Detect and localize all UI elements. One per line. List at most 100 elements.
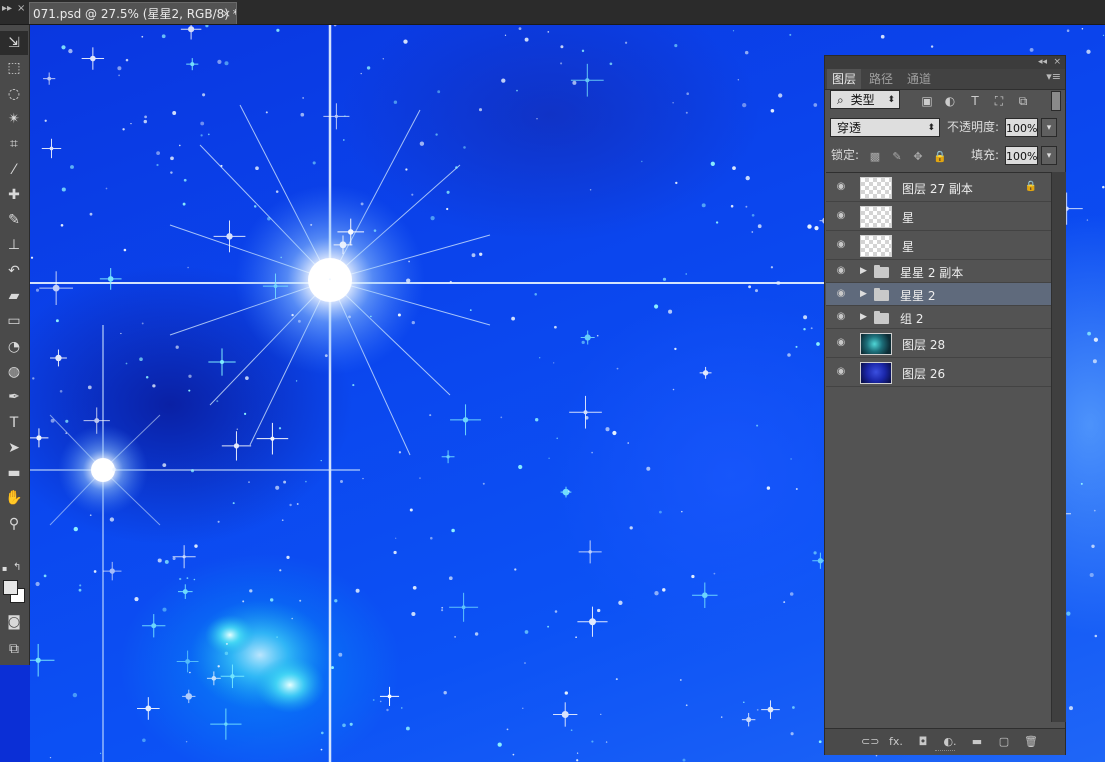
chevron-updown-icon: ⬍ [887, 95, 895, 105]
layer-row[interactable]: ◉ ▶ 组 2 [826, 306, 1051, 329]
layers-scrollbar[interactable] [1051, 172, 1066, 722]
filter-toggle-switch[interactable] [1051, 91, 1061, 111]
close-document-icon[interactable]: × [222, 3, 231, 24]
collapse-panel-icon[interactable]: ◂◂ [1038, 56, 1047, 69]
smart-object-filter-icon[interactable]: ⧉ [1016, 94, 1030, 108]
blend-row: 穿透 ⬍ 不透明度: 100% ▾ [825, 118, 1065, 144]
layer-name: 组 2 [900, 312, 924, 326]
link-layers-icon[interactable]: ⊂⊃ [861, 734, 879, 750]
visibility-eye-icon[interactable]: ◉ [834, 337, 848, 351]
default-colors-icon[interactable]: ▪ [2, 564, 7, 573]
tab-paths[interactable]: 路径 [864, 69, 898, 89]
eraser-tool-icon[interactable]: ▰ [0, 284, 28, 308]
healing-brush-tool-icon[interactable]: ✚ [0, 183, 28, 207]
adjustment-layer-icon[interactable]: ◐. [942, 734, 958, 750]
filter-kind-select[interactable]: ⌕ 类型 ⬍ [830, 90, 900, 109]
visibility-eye-icon[interactable]: ◉ [834, 288, 848, 302]
move-tool-icon[interactable]: ⇲ [0, 31, 28, 55]
visibility-eye-icon[interactable]: ◉ [834, 210, 848, 224]
stamp-tool-icon[interactable]: ⊥ [0, 233, 28, 257]
magic-wand-tool-icon[interactable]: ✴ [0, 107, 28, 131]
expand-group-icon[interactable]: ▶ [860, 312, 867, 322]
path-selection-tool-icon[interactable]: ➤ [0, 436, 28, 460]
layer-name: 图层 26 [902, 367, 946, 381]
shape-tool-icon[interactable]: ▬ [0, 461, 28, 485]
visibility-eye-icon[interactable]: ◉ [834, 181, 848, 195]
crop-tool-icon[interactable]: ⌗ [0, 132, 28, 156]
pen-tool-icon[interactable]: ✒ [0, 385, 28, 409]
shape-filter-icon[interactable]: ⛶ [992, 94, 1006, 108]
collapse-toolbox-icon[interactable]: ▸▸ [2, 2, 12, 16]
adjustment-filter-icon[interactable]: ◐ [943, 94, 957, 108]
layer-row[interactable]: ◉ ▶ 星星 2 副本 [826, 260, 1051, 283]
new-layer-icon[interactable]: ▢ [996, 734, 1012, 750]
zoom-tool-icon[interactable]: ⚲ [0, 512, 28, 536]
lock-all-icon[interactable]: 🔒 [933, 150, 947, 164]
history-brush-tool-icon[interactable]: ↶ [0, 259, 28, 283]
layer-style-fx-icon[interactable]: fx. [888, 734, 904, 750]
tab-layers[interactable]: 图层 [827, 69, 862, 89]
layer-row[interactable]: ◉ ▶ 星星 2 [826, 283, 1051, 306]
document-tab-bar: ▸▸ × 071.psd @ 27.5% (星星2, RGB/8) * × [0, 0, 1105, 25]
layer-row[interactable]: ◉ 图层 28 [826, 329, 1051, 358]
layer-row[interactable]: ◉ 星 [826, 231, 1051, 260]
delete-layer-icon[interactable]: 🗑 [1023, 734, 1039, 750]
add-mask-icon[interactable]: ◘ [915, 734, 931, 750]
lock-label: 锁定: [831, 148, 860, 162]
visibility-eye-icon[interactable]: ◉ [834, 239, 848, 253]
lock-transparency-icon[interactable]: ▩ [868, 150, 882, 164]
brush-tool-icon[interactable]: ✎ [0, 208, 28, 232]
expand-group-icon[interactable]: ▶ [860, 266, 867, 276]
layer-row[interactable]: ◉ 图层 27 副本 🔒 [826, 173, 1051, 202]
folder-icon [874, 310, 889, 324]
layer-name: 图层 27 副本 [902, 182, 973, 196]
layer-name: 图层 28 [902, 338, 946, 352]
lasso-tool-icon[interactable]: ◌ [0, 82, 28, 106]
type-tool-icon[interactable]: T [0, 411, 28, 435]
panel-header: ◂◂ × [825, 56, 1065, 69]
layer-row[interactable]: ◉ 图层 26 [826, 358, 1051, 387]
eyedropper-tool-icon[interactable]: ⁄ [0, 158, 28, 182]
visibility-eye-icon[interactable]: ◉ [834, 265, 848, 279]
layers-list: ◉ 图层 27 副本 🔒 ◉ 星 ◉ 星 ◉ ▶ 星星 2 副本 ◉ ▶ 星星 2 ◉ ▶ 组 2 ◉ 图层 28… [826, 172, 1051, 723]
filter-kind-label: 类型 [850, 93, 875, 107]
expand-group-icon[interactable]: ▶ [860, 289, 867, 299]
layer-thumbnail [860, 234, 892, 257]
layer-filter-row: ⌕ 类型 ⬍ ▣ ◐ T ⛶ ⧉ [825, 90, 1065, 116]
layer-name: 星星 2 [900, 289, 936, 303]
dodge-tool-icon[interactable]: ◍ [0, 360, 28, 384]
screen-mode-icon[interactable]: ⧉ [0, 637, 28, 661]
new-group-icon[interactable]: ▬ [969, 734, 985, 750]
foreground-color-swatch[interactable] [3, 580, 18, 595]
chevron-updown-icon: ⬍ [927, 123, 935, 133]
folder-icon [874, 264, 889, 278]
close-toolbox-icon[interactable]: × [17, 2, 25, 16]
opacity-input[interactable]: 100% [1005, 118, 1038, 137]
quick-mask-icon[interactable]: ◙ [0, 610, 28, 634]
opacity-slider-button[interactable]: ▾ [1041, 118, 1057, 137]
blur-tool-icon[interactable]: ◔ [0, 335, 28, 359]
visibility-eye-icon[interactable]: ◉ [834, 311, 848, 325]
blend-mode-select[interactable]: 穿透 ⬍ [830, 118, 940, 137]
layer-row[interactable]: ◉ 星 [826, 202, 1051, 231]
close-panel-icon[interactable]: × [1053, 56, 1061, 69]
fill-input[interactable]: 100% [1005, 146, 1038, 165]
tab-channels[interactable]: 通道 [902, 69, 936, 89]
layer-name: 星 [902, 211, 915, 225]
marquee-tool-icon[interactable]: ⬚ [0, 56, 28, 80]
panel-menu-icon[interactable]: ▾≡ [1046, 70, 1061, 83]
layer-thumbnail [860, 176, 892, 199]
hand-tool-icon[interactable]: ✋ [0, 486, 28, 510]
gradient-tool-icon[interactable]: ▭ [0, 309, 28, 333]
swap-colors-icon[interactable]: ↰ [13, 562, 21, 573]
panel-tabs: 图层 路径 通道 ▾≡ [825, 69, 1065, 90]
resize-grip[interactable] [935, 750, 955, 754]
search-icon: ⌕ [837, 93, 844, 107]
pixel-filter-icon[interactable]: ▣ [920, 94, 934, 108]
fill-slider-button[interactable]: ▾ [1041, 146, 1057, 165]
lock-pixels-icon[interactable]: ✎ [890, 150, 904, 164]
document-tab[interactable]: 071.psd @ 27.5% (星星2, RGB/8) * × [29, 2, 237, 24]
visibility-eye-icon[interactable]: ◉ [834, 366, 848, 380]
lock-position-icon[interactable]: ✥ [911, 150, 925, 164]
type-filter-icon[interactable]: T [968, 94, 982, 108]
